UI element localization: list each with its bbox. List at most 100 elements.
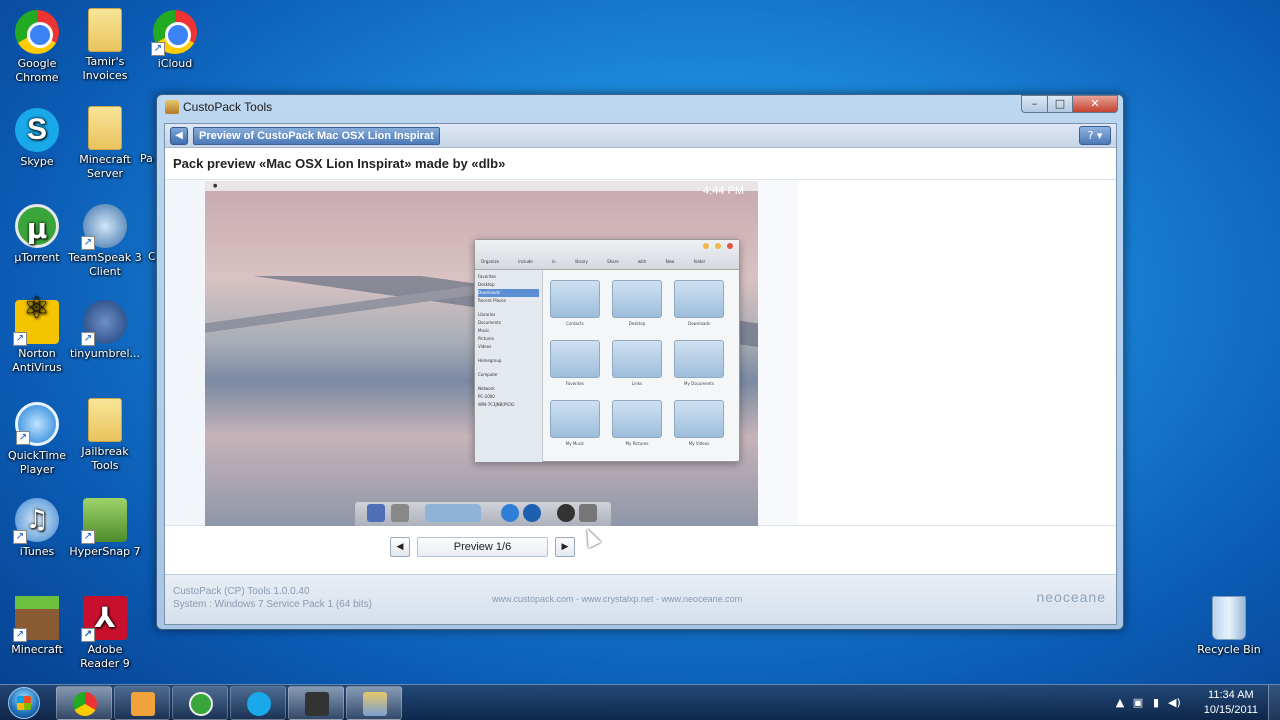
breadcrumb[interactable]: Preview of CustoPack Mac OSX Lion Inspir… (193, 127, 440, 145)
volume-icon[interactable]: ◀) (1168, 696, 1181, 709)
usb-icon[interactable]: ▣ (1132, 696, 1144, 709)
desktop-icon-quicktime[interactable]: QuickTime Player (0, 402, 74, 477)
desktop-icon-label: Recycle Bin (1197, 643, 1261, 656)
preview-counter: Preview 1/6 (417, 537, 548, 557)
folder-icon (550, 280, 600, 318)
finder-sidebar: Favorites Desktop Downloads Recent Place… (475, 270, 543, 462)
desktop-icon-recycle-bin[interactable]: Recycle Bin (1192, 596, 1266, 657)
desktop-icon-itunes[interactable]: ♫ iTunes (0, 498, 74, 559)
pack-preview-title: Pack preview «Mac OSX Lion Inspirat» mad… (173, 156, 506, 171)
desktop-icon-norton[interactable]: Norton AntiVirus (0, 300, 74, 375)
desktop-icon-adobe-reader[interactable]: ⅄ Adobe Reader 9 (68, 596, 142, 671)
finder-sidebar-item: Favorites (478, 274, 497, 279)
show-desktop-button[interactable] (1268, 685, 1280, 720)
folder-icon (550, 340, 600, 378)
desktop-icon-utorrent[interactable]: µ µTorrent (0, 204, 74, 265)
finder-sidebar-item: Network (478, 386, 495, 391)
desktop-icon-label: Norton AntiVirus (12, 347, 62, 374)
taskbar-clock[interactable]: 11:34 AM 10/15/2011 (1204, 688, 1258, 718)
navigation-bar: ◀ Preview of CustoPack Mac OSX Lion Insp… (165, 124, 1116, 148)
desktop-icon-icloud[interactable]: iCloud (138, 10, 212, 71)
footer-links[interactable]: www.custopack.com - www.crystalxp.net - … (492, 594, 742, 604)
desktop-icon-skype[interactable]: S Skype (0, 108, 74, 169)
windows-logo-icon (8, 687, 40, 719)
desktop-icon-label: Jailbreak Tools (81, 445, 129, 472)
custopack-app-icon (165, 100, 179, 114)
utorrent-icon: µ (15, 204, 59, 248)
dock-finder-icon (367, 504, 385, 522)
start-button[interactable] (3, 685, 47, 720)
custopack-window: CustoPack Tools – □ ✕ ◀ Preview of Custo… (156, 94, 1124, 630)
desktop-icon-label: µTorrent (14, 251, 60, 264)
finder-sidebar-item: Computer (478, 372, 498, 377)
desktop-icon-minecraft[interactable]: Minecraft (0, 596, 74, 657)
desktop-icon-jailbreak-tools[interactable]: Jailbreak Tools (68, 398, 142, 473)
taskbar-media-player[interactable] (288, 686, 344, 720)
mac-clock: 4:44 PM (703, 185, 744, 197)
skype-icon (247, 692, 271, 716)
desktop-icon-label: Skype (20, 155, 54, 168)
desktop-icon-label: QuickTime Player (7, 449, 67, 476)
taskbar-outlook[interactable] (114, 686, 170, 720)
window-client: ◀ Preview of CustoPack Mac OSX Lion Insp… (164, 123, 1117, 625)
finder-sidebar-item: Videos (478, 344, 492, 349)
finder-sidebar-item: Desktop (478, 282, 495, 287)
taskbar: ▲ ▣ ▮ ◀) 11:34 AM 10/15/2011 (0, 684, 1280, 720)
window-titlebar[interactable]: CustoPack Tools – □ ✕ (157, 95, 1123, 119)
show-hidden-icons-icon[interactable]: ▲ (1114, 696, 1126, 709)
previous-preview-button[interactable]: ◀ (390, 537, 410, 557)
taskbar-chrome[interactable] (56, 686, 112, 720)
hypersnap-icon (81, 498, 127, 544)
desktop-icon-label: Tamir's Invoices (82, 55, 128, 82)
desktop-icon-google-chrome[interactable]: Google Chrome (0, 10, 74, 85)
desktop-icon-label: Pa (140, 152, 153, 165)
folder-icon (550, 400, 600, 438)
finder-sidebar-item: Libraries (478, 312, 496, 317)
folder-caption: My Pictures (625, 441, 649, 446)
finder-sidebar-item: Pictures (478, 336, 494, 341)
taskbar-utorrent[interactable] (172, 686, 228, 720)
taskbar-custopack[interactable] (346, 686, 402, 720)
folder-icon (674, 400, 724, 438)
desktop-icon-tamirs-invoices[interactable]: Tamir's Invoices (68, 8, 142, 83)
desktop-icon-tinyumbrella[interactable]: tinyumbrel... (68, 300, 142, 361)
folder-icon (88, 106, 122, 150)
help-button[interactable]: ? ▾ (1079, 126, 1111, 145)
folder-caption: Links (631, 381, 643, 386)
dock-itunes-icon (523, 504, 541, 522)
desktop-icon-label: iCloud (157, 57, 193, 70)
finder-window-preview: Organize Include in library Share with N… (474, 239, 740, 462)
recycle-bin-icon (1212, 596, 1246, 640)
close-button[interactable]: ✕ (1072, 95, 1118, 113)
folder-icon (88, 8, 122, 52)
desktop-icon-label: Minecraft Server (79, 153, 131, 180)
folder-caption: My Documents (684, 381, 714, 386)
network-icon[interactable]: ▮ (1150, 696, 1162, 709)
window-footer: CustoPack (CP) Tools 1.0.0.40 System : W… (165, 574, 1116, 624)
finder-toolbar-item: Include in library (518, 259, 588, 264)
folder-icon (612, 280, 662, 318)
folder-icon (612, 400, 662, 438)
desktop-icon-minecraft-server[interactable]: Minecraft Server (68, 106, 142, 181)
minecraft-icon (13, 596, 59, 642)
desktop-icon-teamspeak[interactable]: TeamSpeak 3 Client (68, 204, 142, 279)
desktop-icon-hypersnap[interactable]: HyperSnap 7 (68, 498, 142, 559)
desktop-icon-label: iTunes (19, 545, 55, 558)
minimize-button[interactable]: – (1021, 95, 1048, 113)
maximize-button[interactable]: □ (1047, 95, 1073, 113)
next-preview-button[interactable]: ▶ (555, 537, 575, 557)
adobe-icon: ⅄ (81, 596, 127, 642)
taskbar-skype[interactable] (230, 686, 286, 720)
quicktime-icon (15, 402, 59, 446)
folder-icon (88, 398, 122, 442)
finder-dot-icon (727, 243, 733, 249)
folder-icon (674, 340, 724, 378)
folder-caption: My Music (565, 441, 585, 446)
finder-toolbar-item: Organize (481, 259, 499, 264)
preview-screenshot: ● 4:44 PM Organize Include in library Sh… (205, 181, 758, 526)
desktop-icon-label: Minecraft (11, 643, 63, 656)
finder-folder-grid: Contacts Desktop Downloads Favorites Lin… (550, 280, 730, 460)
preview-area: ● 4:44 PM Organize Include in library Sh… (165, 179, 1116, 526)
back-button[interactable]: ◀ (170, 127, 188, 145)
folder-caption: My Videos (688, 441, 710, 446)
